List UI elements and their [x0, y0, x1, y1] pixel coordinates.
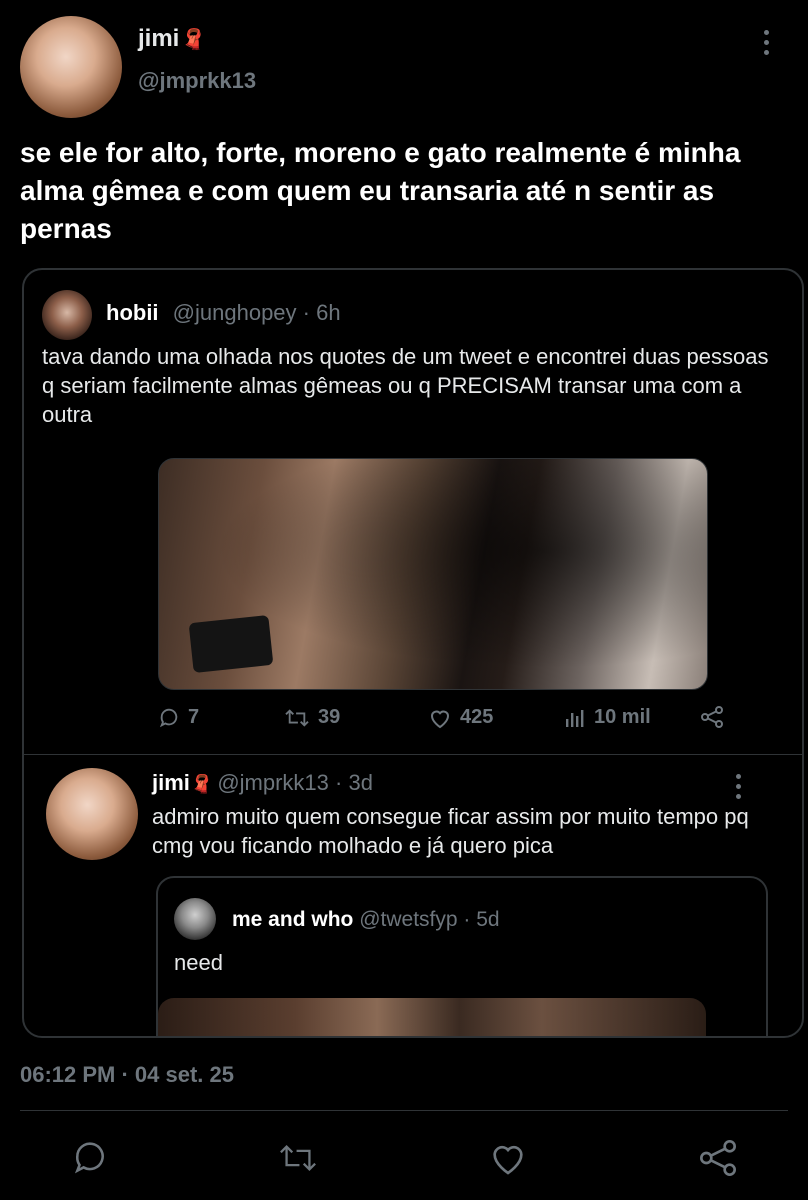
quoted-author-handle[interactable]: @junghopey	[173, 300, 297, 325]
nested-tweet-text: need	[174, 950, 223, 975]
reply-author-handle[interactable]: @jmprkk13	[217, 770, 329, 795]
author-handle[interactable]: @jmprkk13	[138, 68, 256, 94]
heart-icon	[430, 710, 450, 728]
quoted-share-button[interactable]	[700, 706, 724, 728]
reply-icon	[74, 1142, 104, 1174]
author-name[interactable]: jimi 🧣	[138, 25, 206, 53]
tweet-text: se ele for alto, forte, moreno e gato re…	[20, 137, 741, 244]
nested-author-header: me and who @twetsfyp · 5d	[232, 908, 500, 932]
heart-icon	[493, 1145, 523, 1175]
share-icon	[700, 1140, 736, 1176]
retweet-icon	[285, 708, 309, 727]
views-icon	[566, 709, 584, 727]
quoted-reply-button[interactable]: 7	[158, 706, 199, 729]
nested-quoted-tweet-card[interactable]: me and who @twetsfyp · 5d need	[156, 876, 768, 1036]
reply-author-avatar[interactable]	[46, 768, 138, 860]
quoted-tweet-text: tava dando uma olhada nos quotes de um t…	[42, 344, 769, 427]
scarf-emoji: 🧣	[190, 774, 214, 794]
quoted-retweet-button[interactable]: 39	[284, 706, 340, 729]
scarf-emoji: 🧣	[181, 29, 207, 51]
views-count: 10 mil	[594, 706, 651, 728]
quoted-author-name[interactable]: hobii	[106, 300, 159, 325]
divider	[24, 754, 802, 755]
reply-author-header: jimi🧣 @jmprkk13 · 3d	[152, 770, 373, 796]
reply-time: · 3d	[335, 770, 373, 795]
quoted-views-button[interactable]: 10 mil	[564, 706, 651, 729]
nested-author-name[interactable]: me and who	[232, 908, 353, 931]
nested-media-image[interactable]	[158, 998, 706, 1036]
reply-author-name[interactable]: jimi	[152, 770, 190, 795]
quoted-action-bar: 7 39 425 10 mil	[24, 706, 802, 742]
reply-button[interactable]	[70, 1138, 110, 1178]
reply-text: admiro muito quem consegue ficar assim p…	[152, 804, 749, 858]
reply-count: 7	[188, 706, 200, 728]
quoted-like-button[interactable]: 425	[428, 706, 493, 729]
nested-author-avatar[interactable]	[174, 898, 216, 940]
tweet-timestamp[interactable]: 06:12 PM · 04 set. 25	[20, 1062, 234, 1088]
more-vertical-icon[interactable]	[756, 30, 776, 66]
quoted-author-header: hobii @junghopey · 6h	[106, 300, 341, 326]
quoted-media-image[interactable]	[158, 458, 708, 690]
nested-author-handle[interactable]: @twetsfyp	[359, 908, 457, 931]
like-button[interactable]	[488, 1138, 528, 1178]
retweet-count: 39	[318, 706, 341, 728]
share-button[interactable]	[698, 1138, 738, 1178]
more-vertical-icon[interactable]	[728, 774, 748, 804]
divider	[20, 1110, 788, 1111]
quoted-tweet-card[interactable]: hobii @junghopey · 6h tava dando uma olh…	[22, 268, 804, 1038]
author-name-text: jimi	[138, 25, 180, 52]
retweet-icon	[280, 1144, 316, 1172]
quoted-time: · 6h	[302, 300, 341, 325]
like-count: 425	[460, 706, 494, 728]
quoted-author-avatar[interactable]	[42, 290, 92, 340]
author-avatar[interactable]	[20, 16, 122, 118]
reply-icon	[159, 708, 178, 727]
nested-time: · 5d	[463, 908, 500, 931]
retweet-button[interactable]	[278, 1138, 318, 1178]
share-icon	[701, 706, 723, 728]
